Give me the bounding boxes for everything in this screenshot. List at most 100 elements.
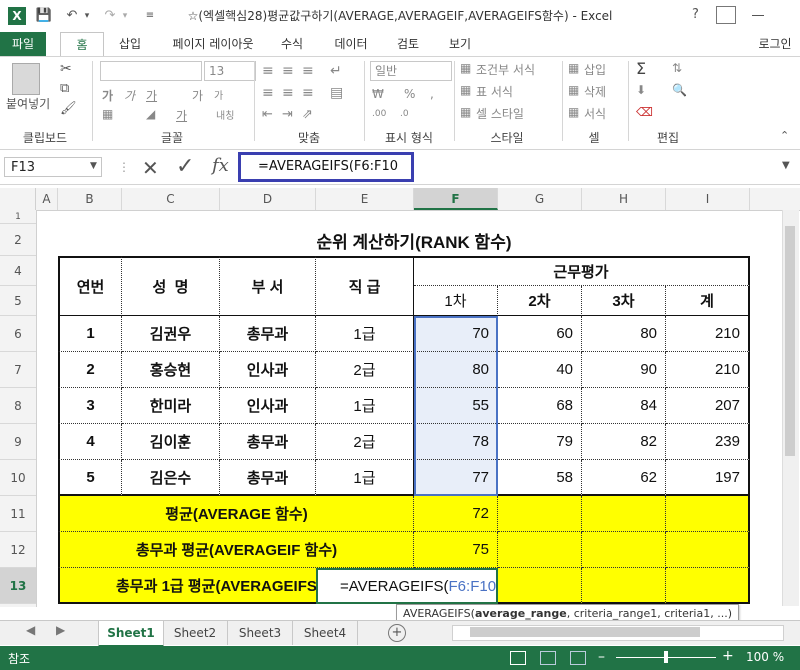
page-layout-view-icon[interactable] [540,651,556,665]
cell-third[interactable]: 90 [582,352,666,388]
row-header-4[interactable]: 4 [0,256,36,286]
autosum-icon[interactable]: Σ [636,59,646,78]
find-icon[interactable]: 🔍 [672,83,687,97]
paste-icon[interactable] [12,63,40,95]
summary-blank[interactable] [498,568,582,604]
font-grow-icon[interactable]: 가 [192,87,203,104]
header-no[interactable]: 연번 [58,256,122,316]
summary-blank[interactable] [582,532,666,568]
normal-view-icon[interactable] [510,651,526,665]
sheet-title[interactable]: 순위 계산하기(RANK 함수) [58,224,770,256]
header-third[interactable]: 3차 [582,286,666,316]
cell-dept[interactable]: 인사과 [220,388,316,424]
column-header-b[interactable]: B [58,188,122,210]
number-format-box[interactable]: 일반 [370,61,452,81]
redo-icon[interactable]: ↷ [100,6,120,26]
row-header-1[interactable]: 1 [0,210,36,224]
formula-input[interactable]: =AVERAGEIFS(F6:F10 [258,159,398,174]
sheet-tab-sheet2[interactable]: Sheet2 [163,621,228,645]
clear-icon[interactable]: ⌫ [636,105,653,119]
cell-total[interactable]: 210 [666,352,750,388]
row-header-12[interactable]: 12 [0,532,36,568]
cell-grade[interactable]: 2급 [316,352,414,388]
tab-page-layout[interactable]: 페이지 레이아웃 [158,32,268,56]
cell-total[interactable]: 239 [666,424,750,460]
cell-second[interactable]: 58 [498,460,582,496]
fill-icon[interactable]: ⬇ [636,83,646,97]
column-header-f[interactable]: F [414,188,498,210]
cell-grade[interactable]: 1급 [316,316,414,352]
header-dept[interactable]: 부 서 [220,256,316,316]
sort-filter-icon[interactable]: ⇅ [672,61,682,75]
cell-second[interactable]: 79 [498,424,582,460]
cell-third[interactable]: 82 [582,424,666,460]
tab-insert[interactable]: 삽입 [110,32,150,56]
header-second[interactable]: 2차 [498,286,582,316]
align-middle-icon[interactable]: ≡ [282,63,294,79]
name-box[interactable]: F13 [4,157,102,177]
cell-total[interactable]: 210 [666,316,750,352]
tab-home[interactable]: 홈 [60,32,104,56]
font-size-box[interactable]: 13 [204,61,256,81]
phonetic-icon[interactable]: 내칭 [216,107,234,122]
cell-third[interactable]: 62 [582,460,666,496]
active-cell-editor[interactable]: =AVERAGEIFS(F6:F10 [316,568,498,604]
login-link[interactable]: 로그인 [752,32,798,56]
currency-icon[interactable]: ₩ [372,87,384,101]
column-header-a[interactable]: A [36,188,58,210]
insert-function-icon[interactable]: fx [212,155,229,176]
collapse-ribbon-icon[interactable]: ⌃ [780,129,789,142]
cell-dept[interactable]: 총무과 [220,424,316,460]
increase-decimal-icon[interactable]: .00 [372,109,386,119]
summary-blank[interactable] [666,532,750,568]
summary-blank[interactable] [666,568,750,604]
cancel-icon[interactable]: ✕ [142,156,159,180]
row-header-8[interactable]: 8 [0,388,36,424]
format-painter-icon[interactable]: 🖌 [60,101,77,116]
cell-name[interactable]: 김권우 [122,316,220,352]
header-first[interactable]: 1차 [414,286,498,316]
ribbon-display-icon[interactable] [716,6,736,24]
decrease-decimal-icon[interactable]: .0 [400,109,409,119]
tab-view[interactable]: 보기 [440,32,480,56]
align-center-icon[interactable]: ≡ [282,85,294,101]
summary-label[interactable]: 평균(AVERAGE 함수) [58,496,414,532]
paste-button[interactable]: 붙여넣기 [6,95,50,112]
cell-second[interactable]: 68 [498,388,582,424]
row-header-7[interactable]: 7 [0,352,36,388]
zoom-level[interactable]: 100 % [746,650,784,664]
summary-blank[interactable] [666,496,750,532]
italic-icon[interactable]: 가 [124,87,135,104]
underline-icon[interactable]: 가 [146,87,157,104]
select-all-corner[interactable] [0,188,36,210]
row-header-11[interactable]: 11 [0,496,36,532]
redo-dropdown-icon[interactable]: ▾ [120,6,130,26]
tab-review[interactable]: 검토 [388,32,428,56]
header-total[interactable]: 계 [666,286,750,316]
table-format-button[interactable]: 표 서식 [476,83,513,100]
cell-grade[interactable]: 1급 [316,388,414,424]
comma-icon[interactable]: , [430,87,434,101]
header-name[interactable]: 성 명 [122,256,220,316]
header-eval[interactable]: 근무평가 [414,256,750,286]
cell-name[interactable]: 김은수 [122,460,220,496]
indent-increase-icon[interactable]: ⇥ [282,107,293,122]
column-header-h[interactable]: H [582,188,666,210]
cell-third[interactable]: 80 [582,316,666,352]
sheet-tab-sheet3[interactable]: Sheet3 [228,621,293,645]
row-header-10[interactable]: 10 [0,460,36,496]
zoom-in-icon[interactable]: + [722,648,734,664]
help-icon[interactable]: ? [692,7,699,22]
bold-icon[interactable]: 가 [102,87,113,104]
summary-value[interactable]: 75 [414,532,498,568]
save-icon[interactable]: 💾 [34,6,54,26]
column-header-d[interactable]: D [220,188,316,210]
next-sheet-icon[interactable]: ▶ [56,623,65,637]
delete-cells-button[interactable]: 삭제 [584,83,606,100]
cut-icon[interactable]: ✂ [60,61,72,77]
name-box-dropdown-icon[interactable]: ▼ [90,161,97,171]
row-header-9[interactable]: 9 [0,424,36,460]
summary-blank[interactable] [582,568,666,604]
summary-blank[interactable] [498,496,582,532]
font-name-box[interactable] [100,61,202,81]
